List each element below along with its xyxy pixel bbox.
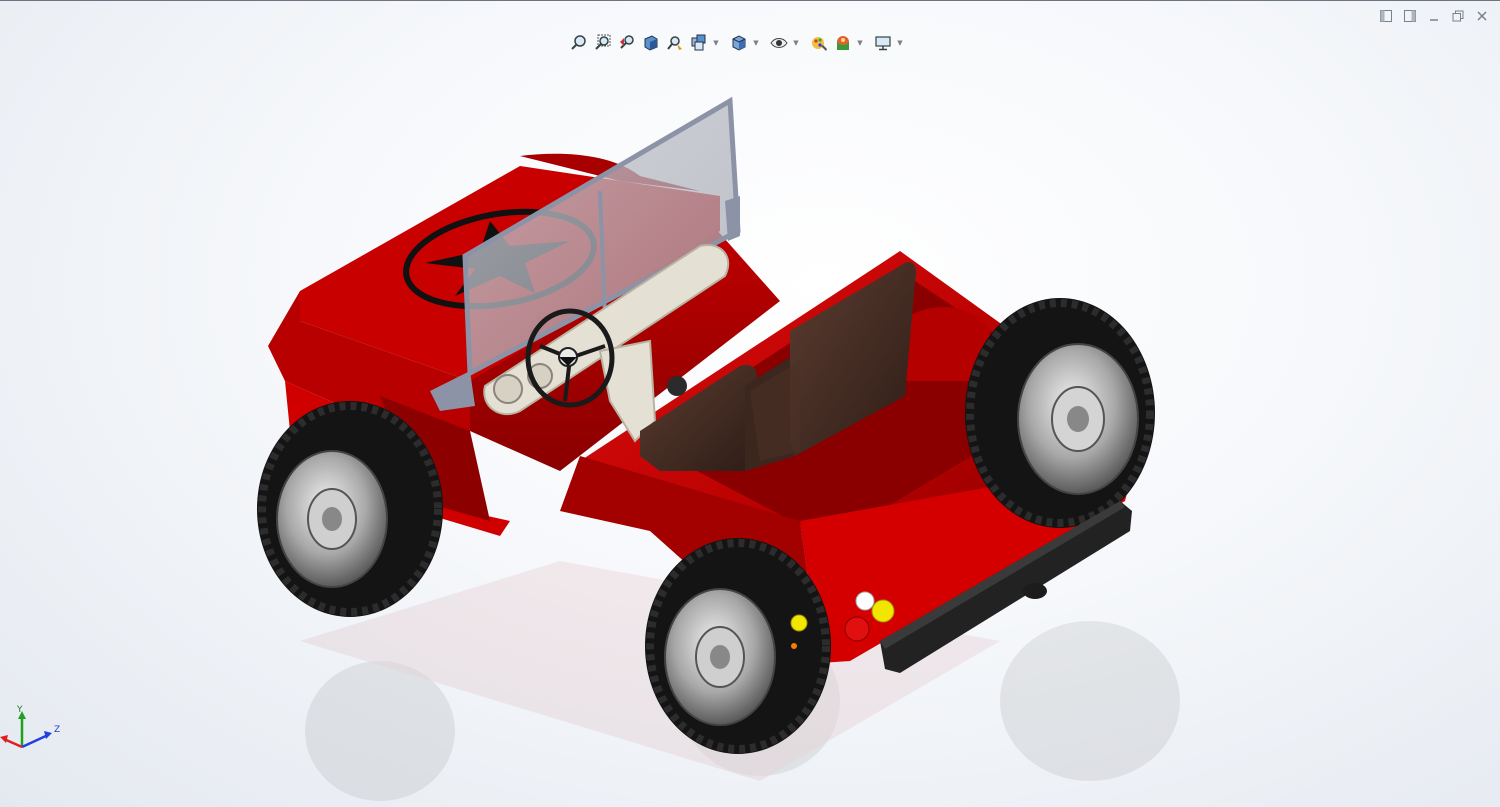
chevron-down-icon: ▼ (793, 39, 799, 47)
restore-icon (1452, 10, 1464, 22)
hide-show-items-dropdown[interactable]: ▼ (792, 32, 800, 54)
triad-x-axis (3, 737, 23, 749)
triad-z-axis (21, 733, 49, 749)
close-icon (1477, 11, 1487, 21)
previous-view-button[interactable] (616, 32, 638, 54)
triad-y-label: Y (16, 705, 23, 715)
triad-z-label: Z (54, 725, 60, 735)
hide-show-items-icon (770, 38, 788, 48)
jeep-model-view[interactable] (0, 1, 1500, 807)
front-wheel (257, 401, 443, 617)
graphics-area[interactable]: ▼ ▼ ▼ ▼ ▼ Y Z (0, 1, 1500, 807)
zoom-to-fit-button[interactable] (568, 32, 590, 54)
rear-wheel (645, 538, 831, 754)
chevron-down-icon: ▼ (857, 39, 863, 47)
edit-appearance-button[interactable] (808, 32, 830, 54)
triad-x-arrow (0, 735, 8, 743)
section-view-icon (644, 35, 658, 51)
spare-tire (965, 298, 1155, 528)
edit-appearance-icon (812, 37, 827, 51)
tile-right-button[interactable] (1400, 7, 1420, 25)
display-style-dropdown[interactable]: ▼ (752, 32, 760, 54)
restore-button[interactable] (1448, 7, 1468, 25)
minimize-button[interactable] (1424, 7, 1444, 25)
previous-view-icon (620, 35, 634, 49)
zoom-to-area-icon (595, 34, 611, 50)
tile-left-button[interactable] (1376, 7, 1396, 25)
apply-scene-button[interactable] (832, 32, 854, 54)
view-settings-icon (875, 36, 891, 51)
hide-show-items-button[interactable] (768, 32, 790, 54)
view-orientation-dropdown[interactable]: ▼ (712, 32, 720, 54)
view-settings-button[interactable] (872, 32, 894, 54)
chevron-down-icon: ▼ (753, 39, 759, 47)
apply-scene-icon (837, 36, 849, 50)
heads-up-view-toolbar: ▼ ▼ ▼ ▼ ▼ (568, 30, 910, 56)
view-orientation-button[interactable] (688, 32, 710, 54)
tile-left-icon (1380, 10, 1392, 22)
display-style-icon (732, 35, 746, 51)
display-style-button[interactable] (728, 32, 750, 54)
apply-scene-dropdown[interactable]: ▼ (856, 32, 864, 54)
dynamic-annotation-views-button[interactable] (664, 32, 686, 54)
chevron-down-icon: ▼ (897, 39, 903, 47)
dynamic-annotation-views-icon (667, 36, 682, 50)
section-view-button[interactable] (640, 32, 662, 54)
minimize-icon (1430, 19, 1438, 21)
gear-knob (667, 376, 687, 396)
chevron-down-icon: ▼ (713, 39, 719, 47)
view-orientation-icon (691, 34, 706, 51)
zoom-to-area-button[interactable] (592, 32, 614, 54)
reference-triad: Y Z (0, 705, 60, 749)
tile-right-icon (1404, 10, 1416, 22)
view-settings-dropdown[interactable]: ▼ (896, 32, 904, 54)
close-button[interactable] (1472, 7, 1492, 25)
zoom-to-fit-icon (571, 35, 586, 50)
triad-z-arrow (44, 731, 52, 739)
window-controls (1376, 7, 1492, 25)
